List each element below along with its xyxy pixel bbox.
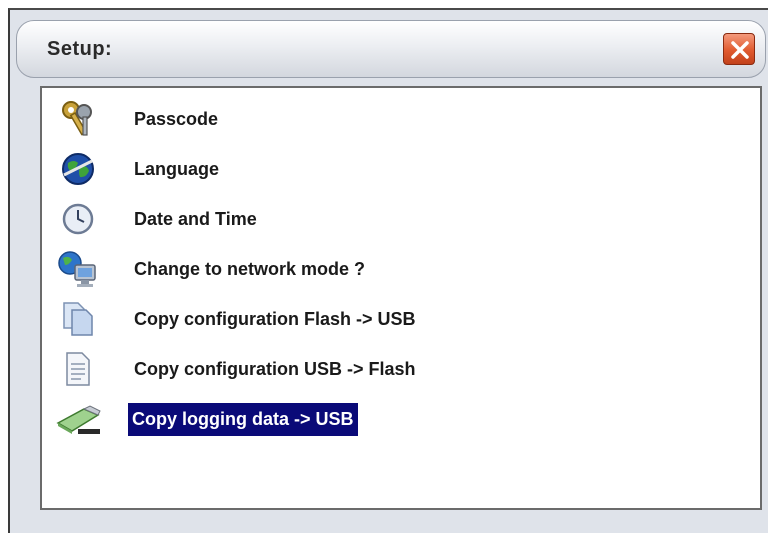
document-icon	[54, 348, 102, 390]
menu-item-label: Copy logging data -> USB	[128, 402, 358, 436]
clock-icon	[54, 198, 102, 240]
close-button[interactable]	[723, 33, 755, 65]
menu-item-passcode[interactable]: Passcode	[54, 98, 222, 140]
menu-item-label: Copy configuration Flash -> USB	[134, 308, 416, 329]
menu-item-date-time[interactable]: Date and Time	[54, 198, 261, 240]
setup-menu-list: Passcode Language Date and Time Change t…	[40, 86, 762, 510]
dialog-title: Setup:	[47, 38, 113, 60]
menu-item-copy-usb-to-flash[interactable]: Copy configuration USB -> Flash	[54, 348, 420, 390]
menu-item-language[interactable]: Language	[54, 148, 223, 190]
menu-item-copy-logging-data[interactable]: Copy logging data -> USB	[54, 398, 358, 440]
menu-item-label: Copy configuration USB -> Flash	[134, 358, 416, 379]
menu-item-network-mode[interactable]: Change to network mode ?	[54, 248, 369, 290]
menu-item-label: Date and Time	[134, 208, 257, 229]
keys-icon	[54, 98, 102, 140]
close-icon	[731, 41, 749, 59]
title-bar: Setup:	[16, 20, 766, 78]
menu-item-label: Passcode	[134, 108, 219, 129]
menu-item-label: Language	[134, 158, 220, 179]
globe-icon	[54, 148, 102, 190]
setup-dialog: Setup: Passcode Language Date and Time C…	[8, 8, 768, 533]
usb-stick-icon	[54, 398, 102, 440]
menu-item-label: Change to network mode ?	[134, 258, 366, 279]
network-computer-icon	[54, 248, 102, 290]
copy-pages-icon	[54, 298, 102, 340]
menu-item-copy-flash-to-usb[interactable]: Copy configuration Flash -> USB	[54, 298, 420, 340]
